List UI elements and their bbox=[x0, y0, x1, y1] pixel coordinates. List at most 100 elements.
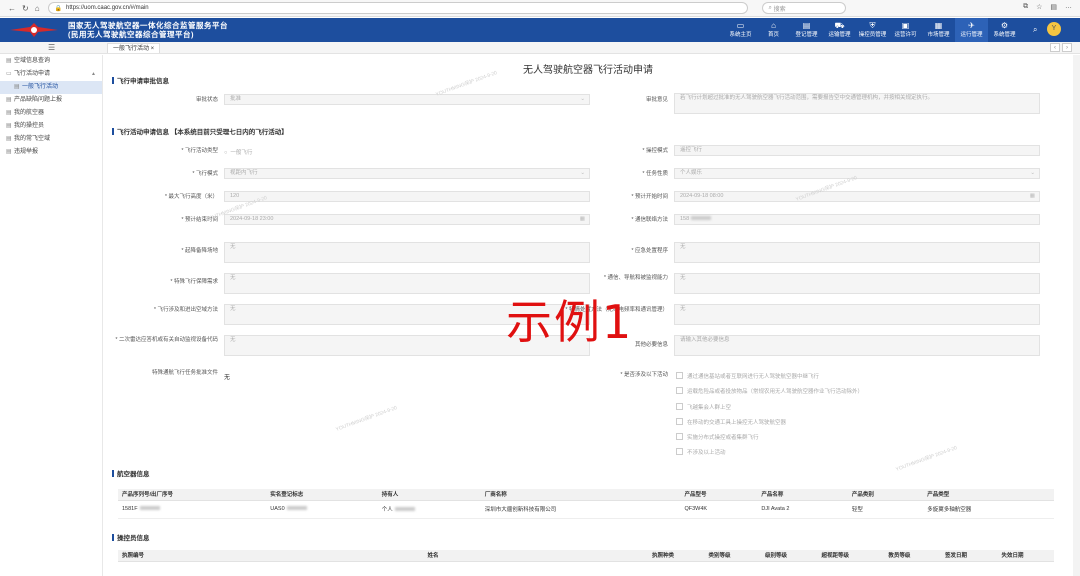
review-opinion-label: 审批意见 bbox=[645, 97, 668, 103]
redacted-mark bbox=[394, 507, 415, 511]
menu-label: 运行管理 bbox=[960, 32, 983, 38]
app-title-line1: 国家无人驾驶航空器一体化综合监管服务平台 bbox=[68, 21, 228, 30]
involve-checkbox-4[interactable]: 在移动的交通工具上操控无人驾驶航空器 bbox=[676, 418, 786, 426]
max-height-input[interactable]: 120 bbox=[224, 191, 590, 202]
menu-system-home[interactable]: ▭ 系统主页 bbox=[724, 18, 757, 42]
cell-type: 多旋翼多轴航空器 bbox=[923, 500, 1054, 519]
end-time-value: 2024-09-18 23:00 bbox=[230, 216, 274, 222]
menu-label: 系统管理 bbox=[993, 32, 1016, 38]
sidebar-item-label: 违规举报 bbox=[14, 149, 39, 155]
tab-prev-button[interactable]: ‹ bbox=[1050, 43, 1060, 52]
contact-value: 158 bbox=[680, 216, 690, 222]
contact-label: * 通信联络方法 bbox=[631, 217, 668, 223]
sidebar-item-my-operators[interactable]: ▤ 我的操控员 bbox=[0, 120, 102, 133]
involve-checkbox-2[interactable]: 运载危险品或者投放物品（常规农用无人驾驶航空器作业飞行活动除外） bbox=[676, 387, 863, 395]
address-bar[interactable]: 🔒 https://uom.caac.gov.cn/#/main bbox=[47, 2, 748, 14]
cell-owner: 个人 bbox=[377, 500, 481, 519]
other-value: 请输入其他必要信息 bbox=[680, 337, 730, 343]
cell-product-name: DJI Avata 2 bbox=[757, 500, 848, 519]
emergency-textarea[interactable]: 无 bbox=[674, 242, 1040, 263]
sidebar-item-flight-apply[interactable]: ▭ 飞行活动申请 ▲ bbox=[0, 68, 102, 81]
activity-type-radio: 一般飞行 bbox=[224, 148, 252, 156]
doc-icon: ▤ bbox=[6, 149, 12, 155]
sidebar-item-general-flight[interactable]: ▤ 一般飞行活动 bbox=[0, 81, 102, 94]
review-status-field: 批准 ⌄ bbox=[224, 94, 590, 105]
menu-operators[interactable]: ⛨ 操控员管理 bbox=[856, 18, 889, 42]
menu-registration[interactable]: ▤ 登记管理 bbox=[790, 18, 823, 42]
certificate-icon: ▣ bbox=[901, 21, 910, 30]
sidebar-item-airspace[interactable]: ▤ 空域信息查询 bbox=[0, 55, 102, 68]
col-maker: 厂商名称 bbox=[480, 489, 681, 501]
more-icon[interactable]: … bbox=[1065, 3, 1072, 11]
menu-license[interactable]: ▣ 运营许可 bbox=[889, 18, 922, 42]
col-level-grade: 级别等级 bbox=[761, 550, 818, 562]
tab-bar: ☰ 一般飞行活动 × ‹ › bbox=[0, 42, 1080, 54]
involve-checkbox-5[interactable]: 实施分布式操控或者集群飞行 bbox=[676, 433, 759, 441]
home-icon[interactable]: ⌂ bbox=[35, 4, 40, 13]
cell-model: QF3W4K bbox=[680, 500, 758, 519]
other-textarea[interactable]: 请输入其他必要信息 bbox=[674, 335, 1040, 356]
doc-icon: ▤ bbox=[6, 123, 12, 129]
comm-nav-value: 无 bbox=[680, 275, 686, 281]
involve-checkbox-3[interactable]: 飞越集会人群上空 bbox=[676, 403, 731, 411]
menu-label: 运营许可 bbox=[894, 32, 917, 38]
sidebar-item-my-aircraft[interactable]: ▤ 我的航空器 bbox=[0, 107, 102, 120]
sidebar: ▤ 空域信息查询 ▭ 飞行活动申请 ▲ ▤ 一般飞行活动 ▤ 产品缺陷问题上报 ▤ 我的航空… bbox=[0, 55, 103, 576]
extensions-icon[interactable]: ⧉ bbox=[1023, 3, 1028, 11]
menu-system-settings[interactable]: ⚙ 系统管理 bbox=[988, 18, 1021, 42]
operate-mode-field[interactable]: 遥控飞行 bbox=[674, 145, 1040, 156]
menu-transport[interactable]: ⛟ 运输管理 bbox=[823, 18, 856, 42]
vertical-scrollbar[interactable] bbox=[1073, 55, 1080, 576]
favorites-icon[interactable]: ☆ bbox=[1036, 3, 1042, 11]
involve-checkbox-1[interactable]: 通过通信基站或者互联网进行无人驾驶航空器中继飞行 bbox=[676, 372, 819, 380]
review-opinion-value: 若飞行计划超过批准的无人驾驶航空器飞行活动范围，需要报告空中交通管理机构，并按相… bbox=[680, 95, 934, 101]
transponder-value: 无 bbox=[230, 337, 236, 343]
start-time-picker[interactable]: 2024-09-18 08:00 ▦ bbox=[674, 191, 1040, 202]
flight-mode-select[interactable]: 视距内飞行 ⌄ bbox=[224, 168, 590, 179]
menu-operations[interactable]: ✈ 运行管理 bbox=[955, 18, 988, 42]
transponder-label: * 二次雷达应答机或有关自动监视设备代码 bbox=[115, 337, 218, 343]
avatar[interactable]: Y bbox=[1047, 22, 1061, 36]
contact-input[interactable]: 158 bbox=[674, 214, 1040, 225]
doc-icon: ▤ bbox=[6, 110, 12, 116]
shield-icon: ⛨ bbox=[869, 21, 876, 30]
sidebar-item-report-violation[interactable]: ▤ 违规举报 bbox=[0, 146, 102, 159]
doc-icon: ▤ bbox=[802, 21, 811, 30]
menu-market[interactable]: ▦ 市场管理 bbox=[922, 18, 955, 42]
comm-nav-textarea[interactable]: 无 bbox=[674, 273, 1040, 294]
tab-next-button[interactable]: › bbox=[1062, 43, 1072, 52]
cell-maker: 深圳市大疆创新科技有限公司 bbox=[480, 500, 681, 519]
back-icon[interactable]: ← bbox=[8, 4, 16, 13]
app-title-line2: (民用无人驾驶航空器综合管理平台) bbox=[68, 30, 194, 39]
browser-search[interactable]: ⌕ 搜索 bbox=[761, 2, 846, 14]
monitor-icon: ▭ bbox=[736, 21, 745, 30]
menu-home[interactable]: ⌂ 首页 bbox=[757, 18, 790, 42]
refresh-icon[interactable]: ↻ bbox=[22, 4, 29, 13]
app-header: 国家无人驾驶航空器一体化综合监管服务平台 (民用无人驾驶航空器综合管理平台) ▭ 系… bbox=[0, 18, 1080, 42]
doc-icon: ▤ bbox=[6, 136, 12, 142]
search-icon[interactable]: ⌕ bbox=[1033, 25, 1037, 35]
table-row[interactable]: 1581F UAS0 个人 深圳市大疆创新科技有限公司 QF3W4K DJI A… bbox=[118, 500, 1054, 519]
tab-general-flight[interactable]: 一般飞行活动 × bbox=[107, 43, 161, 53]
menu-label: 市场管理 bbox=[927, 32, 950, 38]
end-time-picker[interactable]: 2024-09-18 23:00 ▦ bbox=[224, 214, 590, 225]
col-owner: 持有人 bbox=[377, 489, 481, 501]
sidebar-item-defect-report[interactable]: ▤ 产品缺陷问题上报 bbox=[0, 94, 102, 107]
map-icon: ▤ bbox=[6, 58, 12, 64]
collections-icon[interactable]: ▤ bbox=[1050, 3, 1057, 11]
aircraft-table: 产品序列号/出厂序号 实名登记标志 持有人 厂商名称 产品型号 产品名称 产品类… bbox=[118, 489, 1054, 519]
involve-checkbox-6[interactable]: 不涉及以上活动 bbox=[676, 448, 726, 456]
takeoff-value: 无 bbox=[230, 244, 236, 250]
menu-toggle-icon[interactable]: ☰ bbox=[48, 43, 55, 52]
sidebar-item-my-airspace[interactable]: ▤ 我的常飞空域 bbox=[0, 133, 102, 146]
radio-textarea[interactable]: 无 bbox=[674, 304, 1040, 325]
col-product-name: 产品名称 bbox=[757, 489, 848, 501]
main-content: 无人驾驶航空器飞行活动申请 飞行申请审批信息 审批状态 批准 ⌄ 审批意见 若飞行… bbox=[104, 55, 1072, 576]
cell-serial-text: 1581F bbox=[122, 506, 138, 512]
activity-type-label: * 飞行活动类型 bbox=[181, 148, 218, 154]
top-menu: ▭ 系统主页 ⌂ 首页 ▤ 登记管理 ⛟ 运输管理 ⛨ 操控员管理 ▣ 运营许可 ▦ 市场管理… bbox=[724, 18, 1021, 42]
task-nature-label: * 任务性质 bbox=[642, 171, 668, 177]
takeoff-textarea[interactable]: 无 bbox=[224, 242, 590, 263]
chevron-up-icon: ▲ bbox=[91, 71, 96, 77]
cell-category: 轻型 bbox=[847, 500, 924, 519]
